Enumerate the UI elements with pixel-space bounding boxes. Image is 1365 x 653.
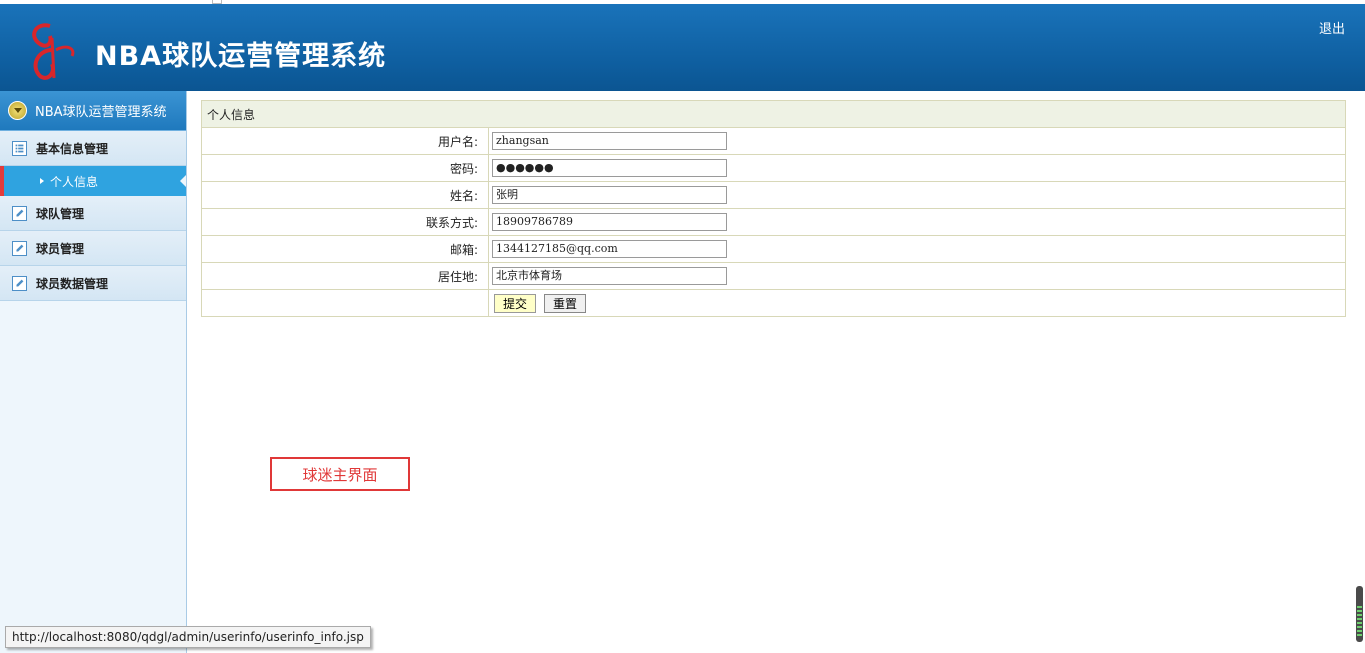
sidebar-item-label: 球队管理	[36, 206, 85, 221]
sidebar-item-basic-info[interactable]: 基本信息管理	[0, 131, 186, 166]
edit-icon	[12, 205, 27, 221]
form-row-name: 姓名: 张明	[201, 181, 1346, 209]
caret-right-icon	[40, 178, 44, 184]
sidebar-item-label: 球员管理	[36, 241, 85, 256]
app-header: NBA球队运营管理系统 退出	[0, 4, 1365, 91]
field-label: 姓名:	[201, 181, 489, 209]
address-input[interactable]: 北京市体育场	[492, 267, 727, 285]
form-caption: 个人信息	[201, 100, 1346, 128]
sidebar-title: NBA球队运营管理系统	[35, 105, 167, 120]
logout-link[interactable]: 退出	[1319, 18, 1345, 37]
field-label: 密码:	[201, 154, 489, 182]
sidebar-item-label: 基本信息管理	[36, 141, 109, 156]
list-icon	[12, 140, 27, 156]
edit-icon	[12, 275, 27, 291]
collapse-toggle-icon[interactable]	[8, 101, 27, 120]
annotation-label: 球迷主界面	[270, 457, 410, 491]
submit-button[interactable]: 提交	[494, 293, 537, 313]
active-notch	[180, 175, 186, 187]
username-input[interactable]: zhangsan	[492, 132, 727, 150]
sidebar-item-team[interactable]: 球队管理	[0, 196, 186, 231]
sidebar-header[interactable]: NBA球队运营管理系统	[0, 91, 186, 131]
name-input[interactable]: 张明	[492, 186, 727, 204]
scrollbar[interactable]	[1356, 586, 1363, 642]
sidebar-item-label: 球员数据管理	[36, 276, 109, 291]
form-row-password: 密码: ●●●●●●	[201, 154, 1346, 182]
form-row-username: 用户名: zhangsan	[201, 127, 1346, 155]
sidebar-item-player-data[interactable]: 球员数据管理	[0, 266, 186, 301]
app-title: NBA球队运营管理系统	[95, 41, 387, 72]
status-bar-url: http://localhost:8080/qdgl/admin/userinf…	[5, 626, 371, 648]
form-row-actions: 提交 重置	[201, 289, 1346, 317]
empty-cell	[201, 289, 489, 317]
field-label: 联系方式:	[201, 208, 489, 236]
reset-button[interactable]: 重置	[544, 293, 587, 313]
sidebar-item-label: 个人信息	[50, 174, 99, 189]
sidebar: NBA球队运营管理系统 基本信息管理 个人信息 球队管理 球员管理 球员数据管理	[0, 91, 187, 653]
form-row-email: 邮箱: 1344127185@qq.com	[201, 235, 1346, 263]
sidebar-item-player[interactable]: 球员管理	[0, 231, 186, 266]
phone-input[interactable]: 18909786789	[492, 213, 727, 231]
edit-icon	[12, 240, 27, 256]
field-label: 用户名:	[201, 127, 489, 155]
logo-icon	[32, 23, 75, 80]
password-input[interactable]: ●●●●●●	[492, 159, 727, 177]
field-label: 邮箱:	[201, 235, 489, 263]
form-row-phone: 联系方式: 18909786789	[201, 208, 1346, 236]
field-label: 居住地:	[201, 262, 489, 290]
form-row-address: 居住地: 北京市体育场	[201, 262, 1346, 290]
personal-info-form: 个人信息 用户名: zhangsan 密码: ●●●●●● 姓名: 张明 联系方…	[201, 100, 1346, 317]
email-input[interactable]: 1344127185@qq.com	[492, 240, 727, 258]
main-content: 个人信息 用户名: zhangsan 密码: ●●●●●● 姓名: 张明 联系方…	[201, 100, 1346, 317]
sidebar-subitem-personal-info[interactable]: 个人信息	[0, 166, 186, 196]
